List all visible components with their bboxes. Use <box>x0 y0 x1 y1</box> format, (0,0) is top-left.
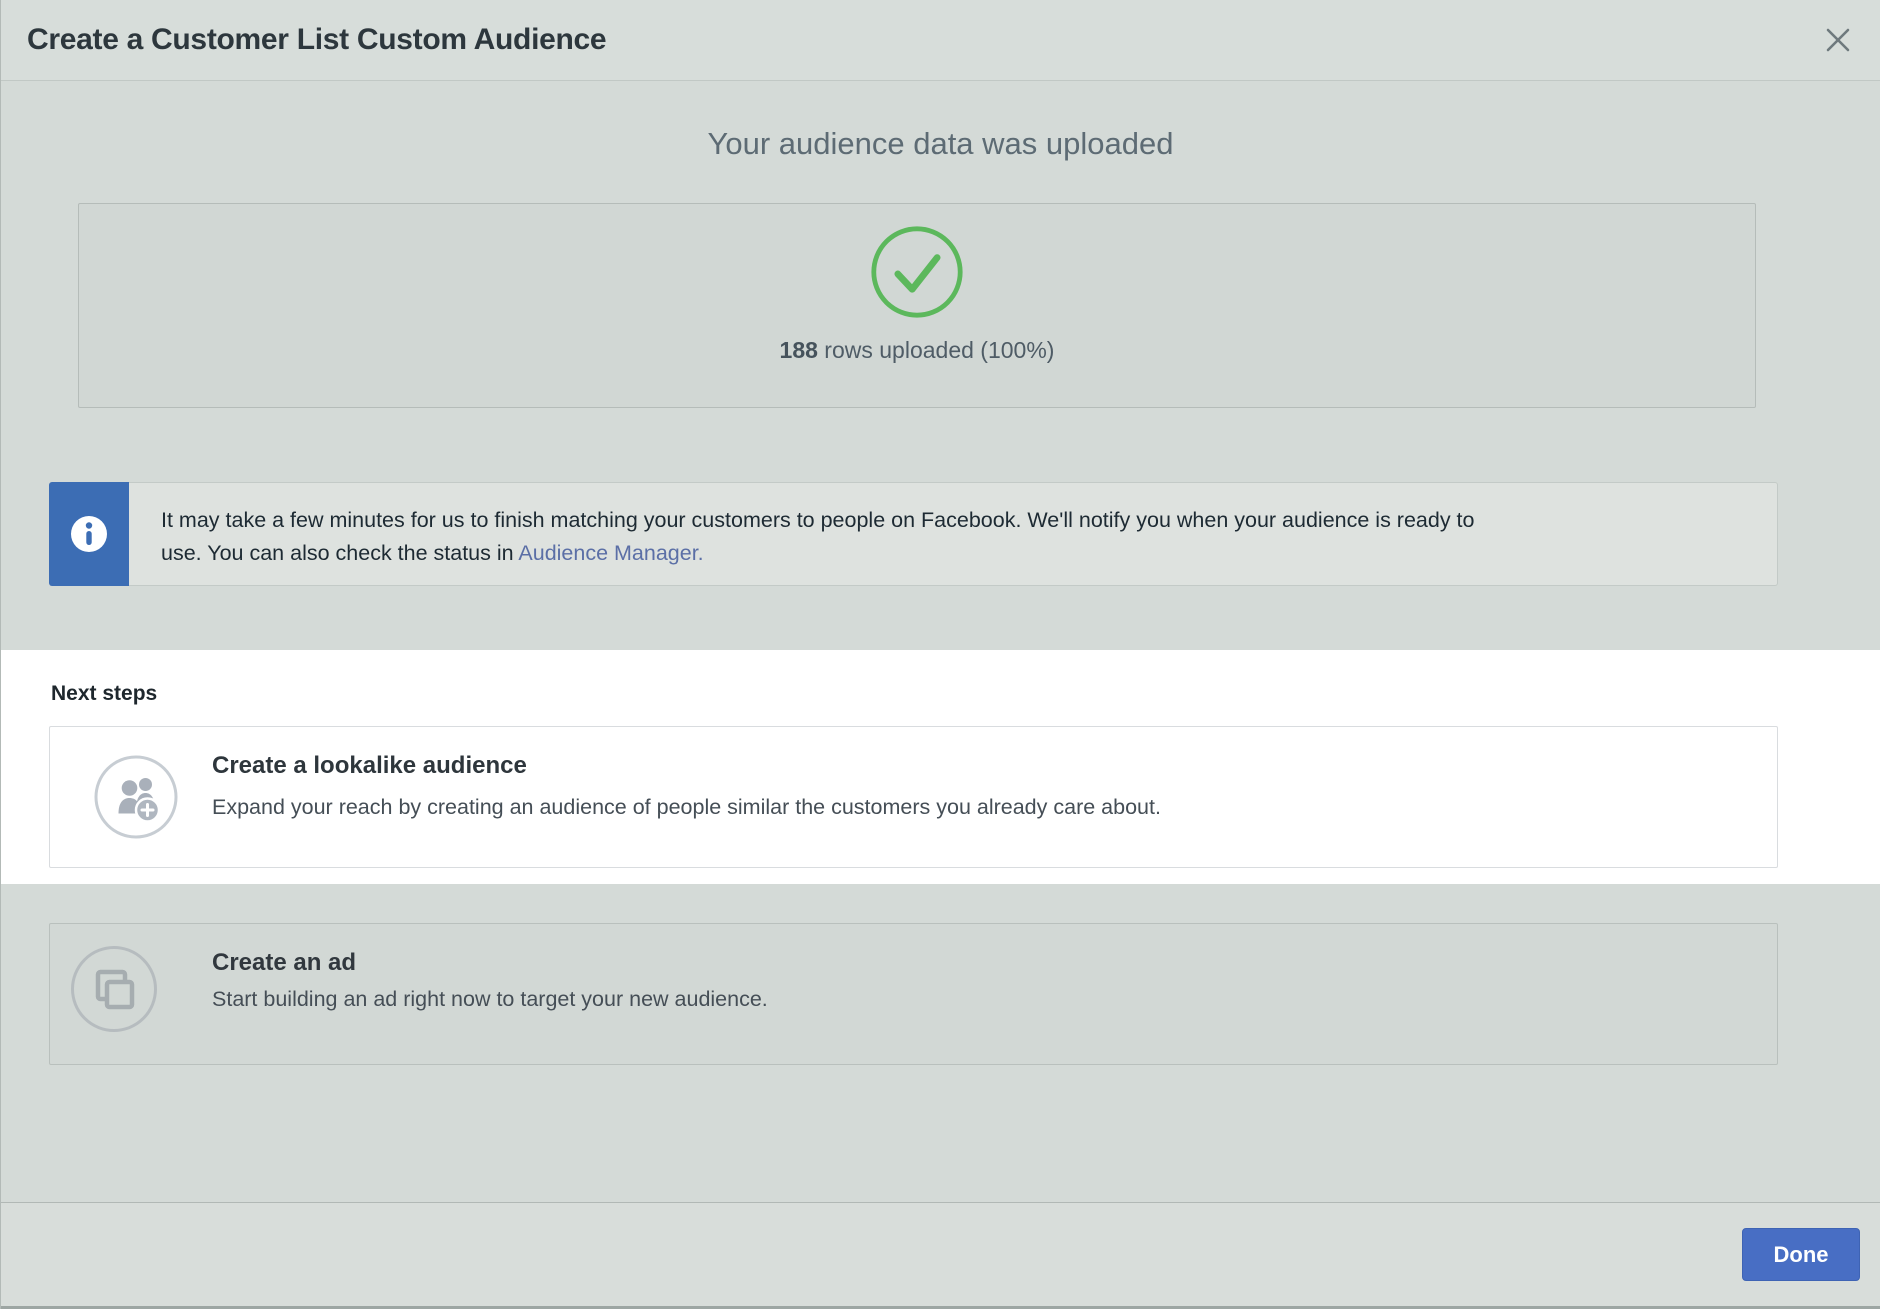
done-button[interactable]: Done <box>1742 1228 1860 1281</box>
create-ad-card[interactable]: Create an ad Start building an ad right … <box>49 923 1778 1065</box>
close-icon[interactable] <box>1822 24 1854 56</box>
dialog-header: Create a Customer List Custom Audience <box>1 0 1880 81</box>
upload-status-heading: Your audience data was uploaded <box>1 126 1880 162</box>
next-steps-section: Next steps Create a lookalike audience E… <box>1 650 1880 884</box>
upload-result-panel: 188 rows uploaded (100%) <box>78 203 1756 408</box>
create-lookalike-audience-card[interactable]: Create a lookalike audience Expand your … <box>49 726 1778 868</box>
info-banner-line-1: It may take a few minutes for us to fini… <box>161 504 1737 537</box>
rows-count: 188 <box>780 337 818 363</box>
info-banner-line-2-text: use. You can also check the status in <box>161 541 518 565</box>
info-icon-box <box>49 482 129 586</box>
audience-manager-link[interactable]: Audience Manager. <box>518 541 703 565</box>
lookalike-audience-icon <box>94 755 178 839</box>
customer-list-dialog: Create a Customer List Custom Audience Y… <box>0 0 1880 1309</box>
dialog-title: Create a Customer List Custom Audience <box>27 23 606 57</box>
info-banner-text: It may take a few minutes for us to fini… <box>129 482 1778 586</box>
upload-rows-text: 188 rows uploaded (100%) <box>79 337 1755 364</box>
rows-suffix: rows uploaded (100%) <box>818 337 1055 363</box>
create-ad-card-title: Create an ad <box>212 949 356 977</box>
info-icon <box>70 515 108 553</box>
success-check-icon <box>869 224 965 320</box>
lookalike-card-title: Create a lookalike audience <box>212 752 527 780</box>
info-banner-line-2: use. You can also check the status in Au… <box>161 537 1737 570</box>
dialog-footer: Done <box>1 1203 1880 1306</box>
create-ad-icon <box>70 945 158 1033</box>
x-icon <box>1824 26 1852 54</box>
create-ad-card-description: Start building an ad right now to target… <box>212 987 768 1012</box>
next-steps-heading: Next steps <box>51 682 157 706</box>
lookalike-card-description: Expand your reach by creating an audienc… <box>212 795 1161 820</box>
info-banner: It may take a few minutes for us to fini… <box>49 482 1778 586</box>
